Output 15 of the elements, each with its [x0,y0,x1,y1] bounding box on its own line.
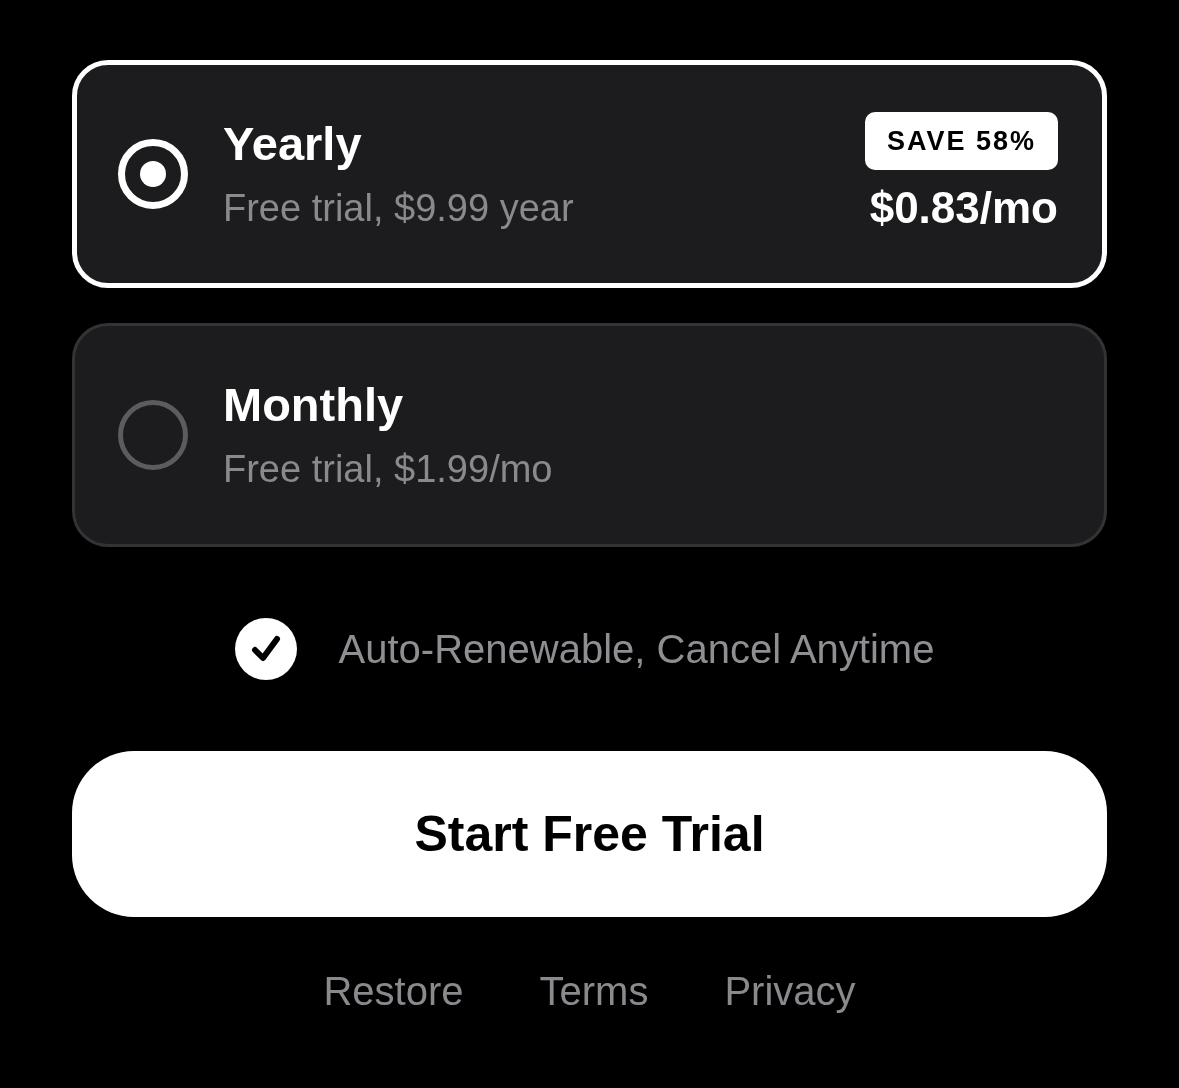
radio-button[interactable] [118,400,188,470]
plan-name: Monthly [223,377,405,433]
start-trial-button[interactable]: Start Free Trial [72,751,1107,917]
discount-badge: SAVE 58% [864,112,1058,170]
plan-detail: Free trial, $9.99 year [223,186,575,231]
footer-link[interactable]: Terms [539,967,649,1015]
footer-link[interactable]: Restore [323,967,464,1015]
plan-card[interactable]: Monthly Free trial, $1.99/mo [72,323,1107,547]
checkbox-checked-icon[interactable] [234,618,297,680]
auto-renew-label: Auto-Renewable, Cancel Anytime [338,626,935,673]
plan-card[interactable]: Yearly Free trial, $9.99 year SAVE 58% $0.83/mo [72,60,1107,288]
plan-price: $0.83/mo [869,182,1058,234]
footer-link[interactable]: Privacy [724,967,856,1015]
plan-detail: Free trial, $1.99/mo [223,447,554,492]
plan-name: Yearly [223,116,363,172]
